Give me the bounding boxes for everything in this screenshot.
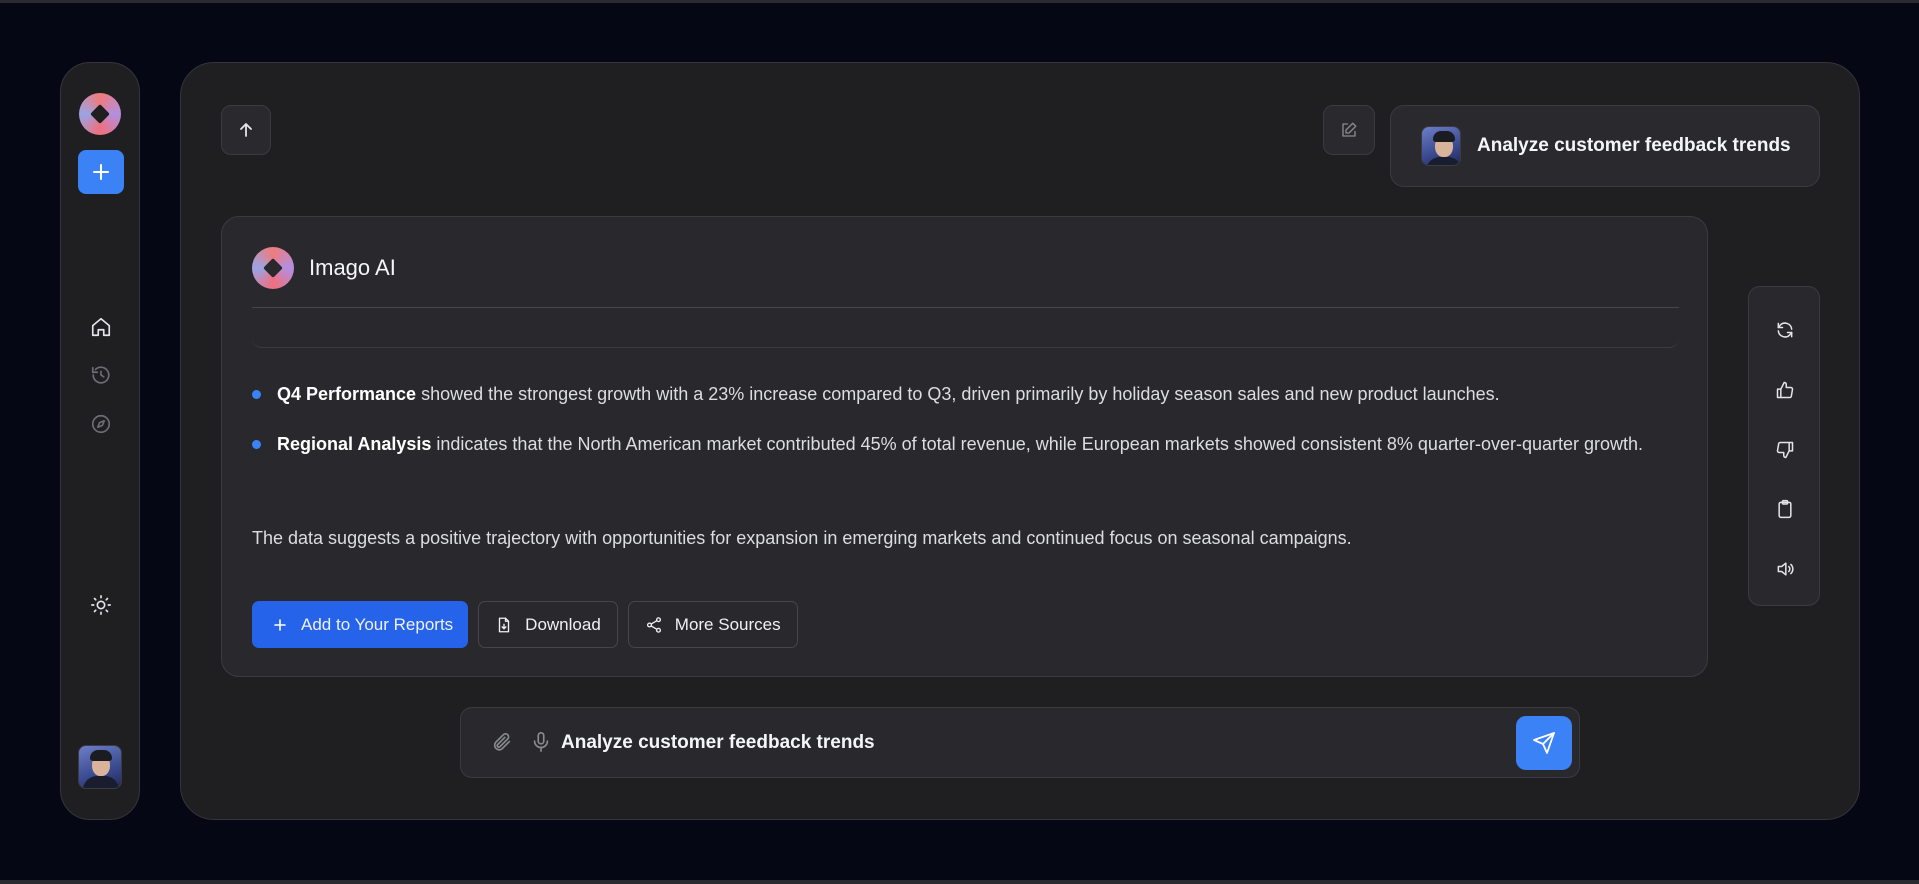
edit-message-button[interactable] bbox=[1323, 105, 1375, 155]
download-label: Download bbox=[525, 614, 601, 634]
home-icon bbox=[91, 317, 111, 337]
bullet-text: indicates that the North American market… bbox=[431, 434, 1644, 454]
response-bullet-list: Q4 Performance showed the strongest grow… bbox=[252, 379, 1679, 479]
share-icon bbox=[646, 616, 661, 633]
refresh-icon bbox=[1777, 322, 1793, 338]
speaker-icon bbox=[1777, 562, 1794, 576]
edit-icon bbox=[1342, 122, 1357, 137]
avatar-hair bbox=[90, 750, 112, 761]
list-item: Regional Analysis indicates that the Nor… bbox=[252, 429, 1679, 459]
microphone-icon[interactable] bbox=[530, 730, 552, 754]
user-avatar[interactable] bbox=[78, 745, 122, 789]
user-message-text: Analyze customer feedback trends bbox=[1477, 135, 1791, 156]
download-button[interactable]: Download bbox=[478, 601, 618, 648]
window-bottom-border bbox=[0, 880, 1919, 884]
thumbs-up-button[interactable] bbox=[1774, 379, 1796, 401]
add-to-reports-button[interactable]: Add to Your Reports bbox=[252, 601, 469, 648]
window-top-border bbox=[0, 0, 1919, 3]
sidebar-item-home[interactable] bbox=[89, 315, 113, 339]
plus-icon bbox=[274, 618, 286, 631]
history-icon bbox=[91, 366, 110, 384]
add-to-reports-label: Add to Your Reports bbox=[301, 614, 454, 634]
assistant-name: Imago AI bbox=[309, 255, 396, 280]
thumbs-up-icon bbox=[1776, 381, 1794, 399]
compass-icon bbox=[91, 414, 111, 434]
assistant-header: Imago AI bbox=[252, 247, 396, 289]
sidebar bbox=[60, 62, 140, 820]
send-button[interactable] bbox=[1516, 716, 1572, 770]
theme-toggle[interactable] bbox=[89, 593, 113, 617]
assistant-response-card: Imago AI Q4 Performance showed the stron… bbox=[221, 216, 1708, 677]
plus-icon bbox=[93, 164, 109, 180]
regenerate-button[interactable] bbox=[1774, 319, 1796, 341]
response-toolbar bbox=[1748, 286, 1820, 606]
list-item: Q4 Performance showed the strongest grow… bbox=[252, 379, 1679, 409]
avatar-hair bbox=[1433, 131, 1455, 142]
response-summary: The data suggests a positive trajectory … bbox=[252, 528, 1352, 548]
copy-button[interactable] bbox=[1774, 498, 1796, 520]
thumbs-down-button[interactable] bbox=[1774, 439, 1796, 461]
bullet-heading: Regional Analysis bbox=[277, 434, 432, 454]
avatar-body bbox=[1426, 157, 1460, 165]
app-logo[interactable] bbox=[79, 93, 121, 135]
user-message-avatar bbox=[1421, 126, 1461, 166]
arrow-up-icon bbox=[240, 123, 252, 137]
message-input[interactable] bbox=[561, 724, 1441, 762]
response-divider bbox=[252, 307, 1679, 348]
chat-panel: Analyze customer feedback trends Imago A… bbox=[180, 62, 1860, 820]
response-actions: Add to Your Reports Download More Source… bbox=[252, 601, 798, 648]
sidebar-item-explore[interactable] bbox=[89, 412, 113, 436]
sidebar-item-history[interactable] bbox=[89, 363, 113, 387]
user-message-bubble: Analyze customer feedback trends bbox=[1390, 105, 1820, 187]
message-composer bbox=[460, 707, 1580, 778]
sun-icon bbox=[91, 595, 111, 615]
file-download-icon bbox=[498, 617, 510, 632]
new-chat-button[interactable] bbox=[78, 150, 124, 194]
bullet-heading: Q4 Performance bbox=[277, 384, 417, 404]
read-aloud-button[interactable] bbox=[1774, 558, 1796, 580]
paperclip-icon[interactable] bbox=[491, 731, 513, 753]
send-icon bbox=[1533, 732, 1555, 754]
bullet-text: showed the strongest growth with a 23% i… bbox=[416, 384, 1500, 404]
clipboard-icon bbox=[1778, 499, 1792, 519]
scroll-up-button[interactable] bbox=[221, 105, 271, 155]
avatar-body bbox=[83, 776, 119, 788]
more-sources-label: More Sources bbox=[674, 614, 781, 634]
thumbs-down-icon bbox=[1776, 441, 1794, 459]
more-sources-button[interactable]: More Sources bbox=[627, 601, 798, 648]
assistant-logo bbox=[252, 247, 294, 289]
